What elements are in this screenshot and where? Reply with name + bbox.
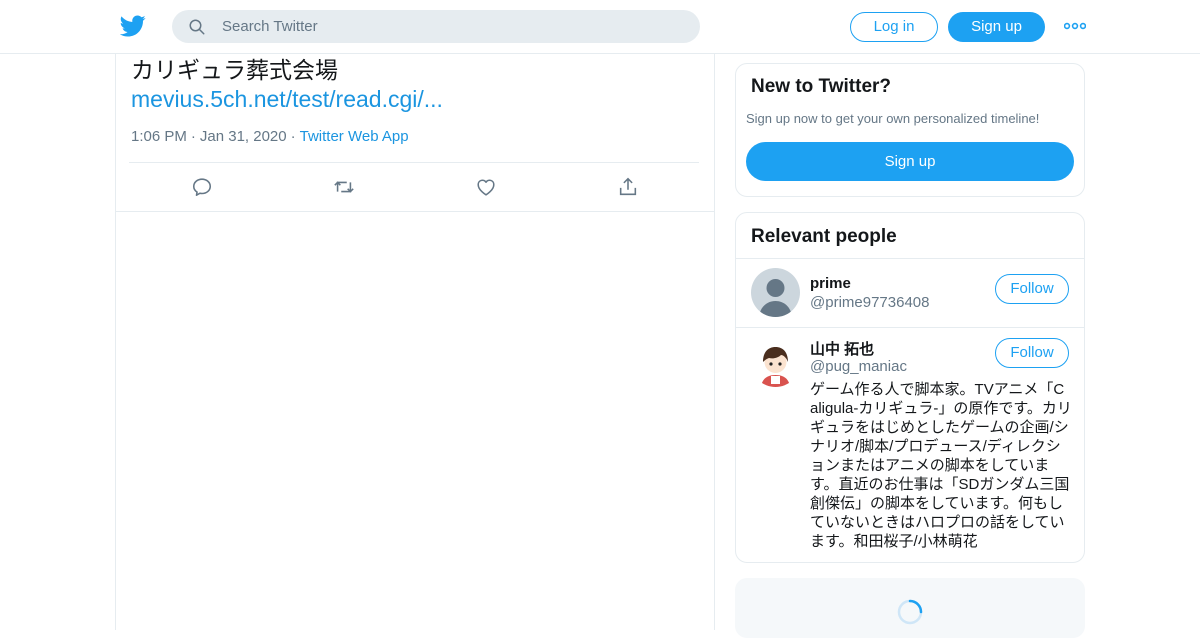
search-box[interactable] bbox=[172, 10, 700, 43]
new-to-twitter-title: New to Twitter? bbox=[751, 76, 892, 97]
tweet-source-link[interactable]: Twitter Web App bbox=[300, 128, 409, 145]
avatar[interactable] bbox=[751, 338, 800, 387]
search-icon bbox=[189, 19, 205, 35]
login-button[interactable]: Log in bbox=[850, 12, 938, 42]
tweet-text: カリギュラ葬式会場 bbox=[131, 57, 338, 83]
relevant-people-title: Relevant people bbox=[751, 226, 897, 247]
retweet-icon[interactable] bbox=[333, 176, 355, 198]
loading-card bbox=[735, 578, 1085, 638]
twitter-bird-icon[interactable] bbox=[120, 13, 146, 39]
person-name[interactable]: 山中 拓也 bbox=[810, 338, 874, 359]
default-avatar-icon bbox=[751, 268, 800, 317]
signup-button[interactable]: Sign up bbox=[948, 12, 1045, 42]
card-divider bbox=[736, 258, 1084, 259]
sidebar-signup-button[interactable]: Sign up bbox=[746, 142, 1074, 181]
tweet-actions bbox=[116, 163, 714, 212]
share-icon[interactable] bbox=[617, 176, 639, 198]
more-dots-icon[interactable] bbox=[1064, 18, 1086, 34]
person-bio: ゲーム作る人で脚本家。TVアニメ「Caligula-カリギュラ-」の原作です。カ… bbox=[810, 381, 1072, 550]
tweet-date[interactable]: Jan 31, 2020 bbox=[200, 128, 287, 145]
tweet-link[interactable]: mevius.5ch.net/test/read.cgi/... bbox=[131, 85, 443, 113]
tweet-time[interactable]: 1:06 PM bbox=[131, 128, 187, 145]
person-name[interactable]: prime bbox=[810, 275, 851, 292]
person-handle[interactable]: @pug_maniac bbox=[810, 358, 907, 375]
like-icon[interactable] bbox=[475, 176, 497, 198]
user-avatar-illustration bbox=[751, 338, 800, 387]
reply-icon[interactable] bbox=[191, 176, 213, 198]
top-bar: Log in Sign up bbox=[0, 0, 1200, 54]
new-to-twitter-card: New to Twitter? Sign up now to get your … bbox=[735, 63, 1085, 197]
relevant-people-card: Relevant people prime @prime97736408 Fol… bbox=[735, 212, 1085, 563]
follow-button[interactable]: Follow bbox=[995, 338, 1069, 368]
person-handle[interactable]: @prime97736408 bbox=[810, 294, 929, 311]
loading-spinner-icon bbox=[897, 599, 923, 625]
avatar[interactable] bbox=[751, 268, 800, 317]
follow-button[interactable]: Follow bbox=[995, 274, 1069, 304]
card-divider bbox=[736, 327, 1084, 328]
tweet-meta: 1:06 PM · Jan 31, 2020 · Twitter Web App bbox=[131, 128, 409, 145]
new-to-twitter-subtitle: Sign up now to get your own personalized… bbox=[746, 111, 1040, 126]
search-input[interactable] bbox=[222, 10, 682, 43]
tweet-column: カリギュラ葬式会場 mevius.5ch.net/test/read.cgi/.… bbox=[115, 54, 715, 630]
